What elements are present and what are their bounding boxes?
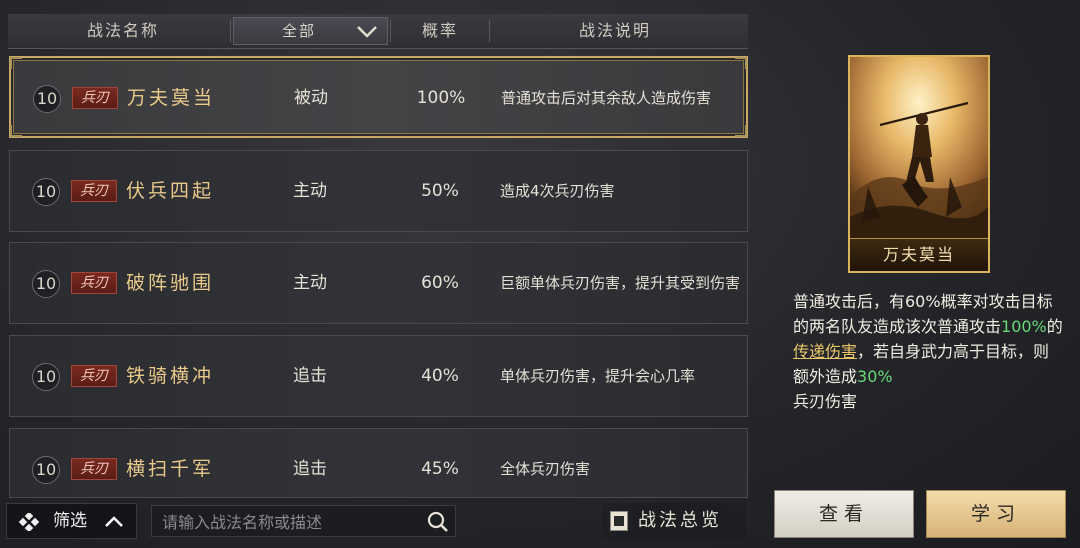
skill-rate: 40% xyxy=(421,366,459,386)
skill-level-badge: 10 xyxy=(32,178,60,206)
type-filter-dropdown[interactable]: 全部 xyxy=(233,17,388,45)
skill-card: 万夫莫当 xyxy=(848,55,990,273)
filter-label: 筛选 xyxy=(53,511,87,531)
frame-corner xyxy=(10,57,22,69)
header-desc-column: 战法说明 xyxy=(578,21,651,40)
detail-highlight-value: 100% xyxy=(1001,317,1047,336)
skill-description: 造成4次兵刃伤害 xyxy=(500,182,615,200)
header-divider xyxy=(390,20,391,42)
skill-list-header: 战法名称 全部 概率 战法说明 xyxy=(8,14,748,49)
skill-row[interactable]: 10 兵刃 万夫莫当 被动 100% 普通攻击后对其余敌人造成伤害 xyxy=(9,56,748,138)
search-input[interactable] xyxy=(160,506,424,538)
skill-description: 单体兵刃伤害，提升会心几率 xyxy=(500,367,696,385)
filter-button[interactable]: 筛选 xyxy=(6,503,137,539)
skill-level-badge: 10 xyxy=(33,85,61,113)
skill-description: 全体兵刃伤害 xyxy=(500,460,591,478)
skill-description: 普通攻击后对其余敌人造成伤害 xyxy=(501,89,712,107)
skill-type: 追击 xyxy=(293,366,327,386)
skill-detail-text: 普通攻击后，有60%概率对攻击目标的两名队友造成该次普通攻击100%的传递伤害，… xyxy=(793,289,1063,414)
skill-level-badge: 10 xyxy=(32,270,60,298)
skill-row[interactable]: 10 兵刃 横扫千军 追击 45% 全体兵刃伤害 xyxy=(9,428,748,498)
filter-diamond-icon xyxy=(19,513,39,531)
skill-rate: 45% xyxy=(421,459,459,479)
skill-category-tag: 兵刃 xyxy=(72,87,118,109)
skill-rate: 50% xyxy=(421,181,459,201)
skill-description: 巨额单体兵刃伤害，提升其受到伤害 xyxy=(500,274,741,292)
skill-name: 横扫千军 xyxy=(126,458,215,480)
skill-type: 被动 xyxy=(294,88,328,108)
skill-name: 破阵驰围 xyxy=(126,272,215,294)
skill-artwork xyxy=(850,57,988,239)
type-filter-value: 全部 xyxy=(282,22,317,40)
learn-button[interactable]: 学习 xyxy=(926,490,1066,538)
view-button[interactable]: 查看 xyxy=(774,490,914,538)
detail-text-segment: 兵刃伤害 xyxy=(793,392,858,411)
skill-type: 主动 xyxy=(293,273,327,293)
skill-category-tag: 兵刃 xyxy=(71,272,117,294)
skill-rate: 100% xyxy=(416,88,466,108)
skill-overview-button[interactable]: 战法总览 xyxy=(602,503,746,539)
skill-name: 伏兵四起 xyxy=(126,180,215,202)
skill-card-title: 万夫莫当 xyxy=(850,238,988,271)
book-icon xyxy=(610,511,628,531)
skill-level-badge: 10 xyxy=(32,456,60,484)
skill-type: 主动 xyxy=(293,181,327,201)
transfer-damage-keyword-link[interactable]: 传递伤害 xyxy=(793,342,857,361)
chevron-up-icon xyxy=(105,516,123,527)
skill-category-tag: 兵刃 xyxy=(71,180,117,202)
detail-highlight-value: 30% xyxy=(857,367,893,386)
header-divider xyxy=(230,20,231,42)
skill-row[interactable]: 10 兵刃 破阵驰围 主动 60% 巨额单体兵刃伤害，提升其受到伤害 xyxy=(9,242,748,324)
header-rate-column: 概率 xyxy=(421,21,458,40)
skill-row[interactable]: 10 兵刃 铁骑横冲 追击 40% 单体兵刃伤害，提升会心几率 xyxy=(9,335,748,417)
detail-text-segment: 的 xyxy=(1046,317,1063,336)
search-box[interactable] xyxy=(151,505,456,538)
chevron-down-icon xyxy=(357,26,377,38)
skill-name: 万夫莫当 xyxy=(127,87,216,109)
skill-name: 铁骑横冲 xyxy=(126,365,215,387)
skill-category-tag: 兵刃 xyxy=(71,458,117,480)
skill-type: 追击 xyxy=(293,459,327,479)
skill-category-tag: 兵刃 xyxy=(71,365,117,387)
skill-level-badge: 10 xyxy=(32,363,60,391)
header-name-column: 战法名称 xyxy=(86,21,159,40)
search-icon[interactable] xyxy=(427,511,449,533)
skill-row[interactable]: 10 兵刃 伏兵四起 主动 50% 造成4次兵刃伤害 xyxy=(9,150,748,232)
frame-corner xyxy=(10,125,22,137)
skill-overview-label: 战法总览 xyxy=(638,510,722,531)
skill-rate: 60% xyxy=(421,273,459,293)
